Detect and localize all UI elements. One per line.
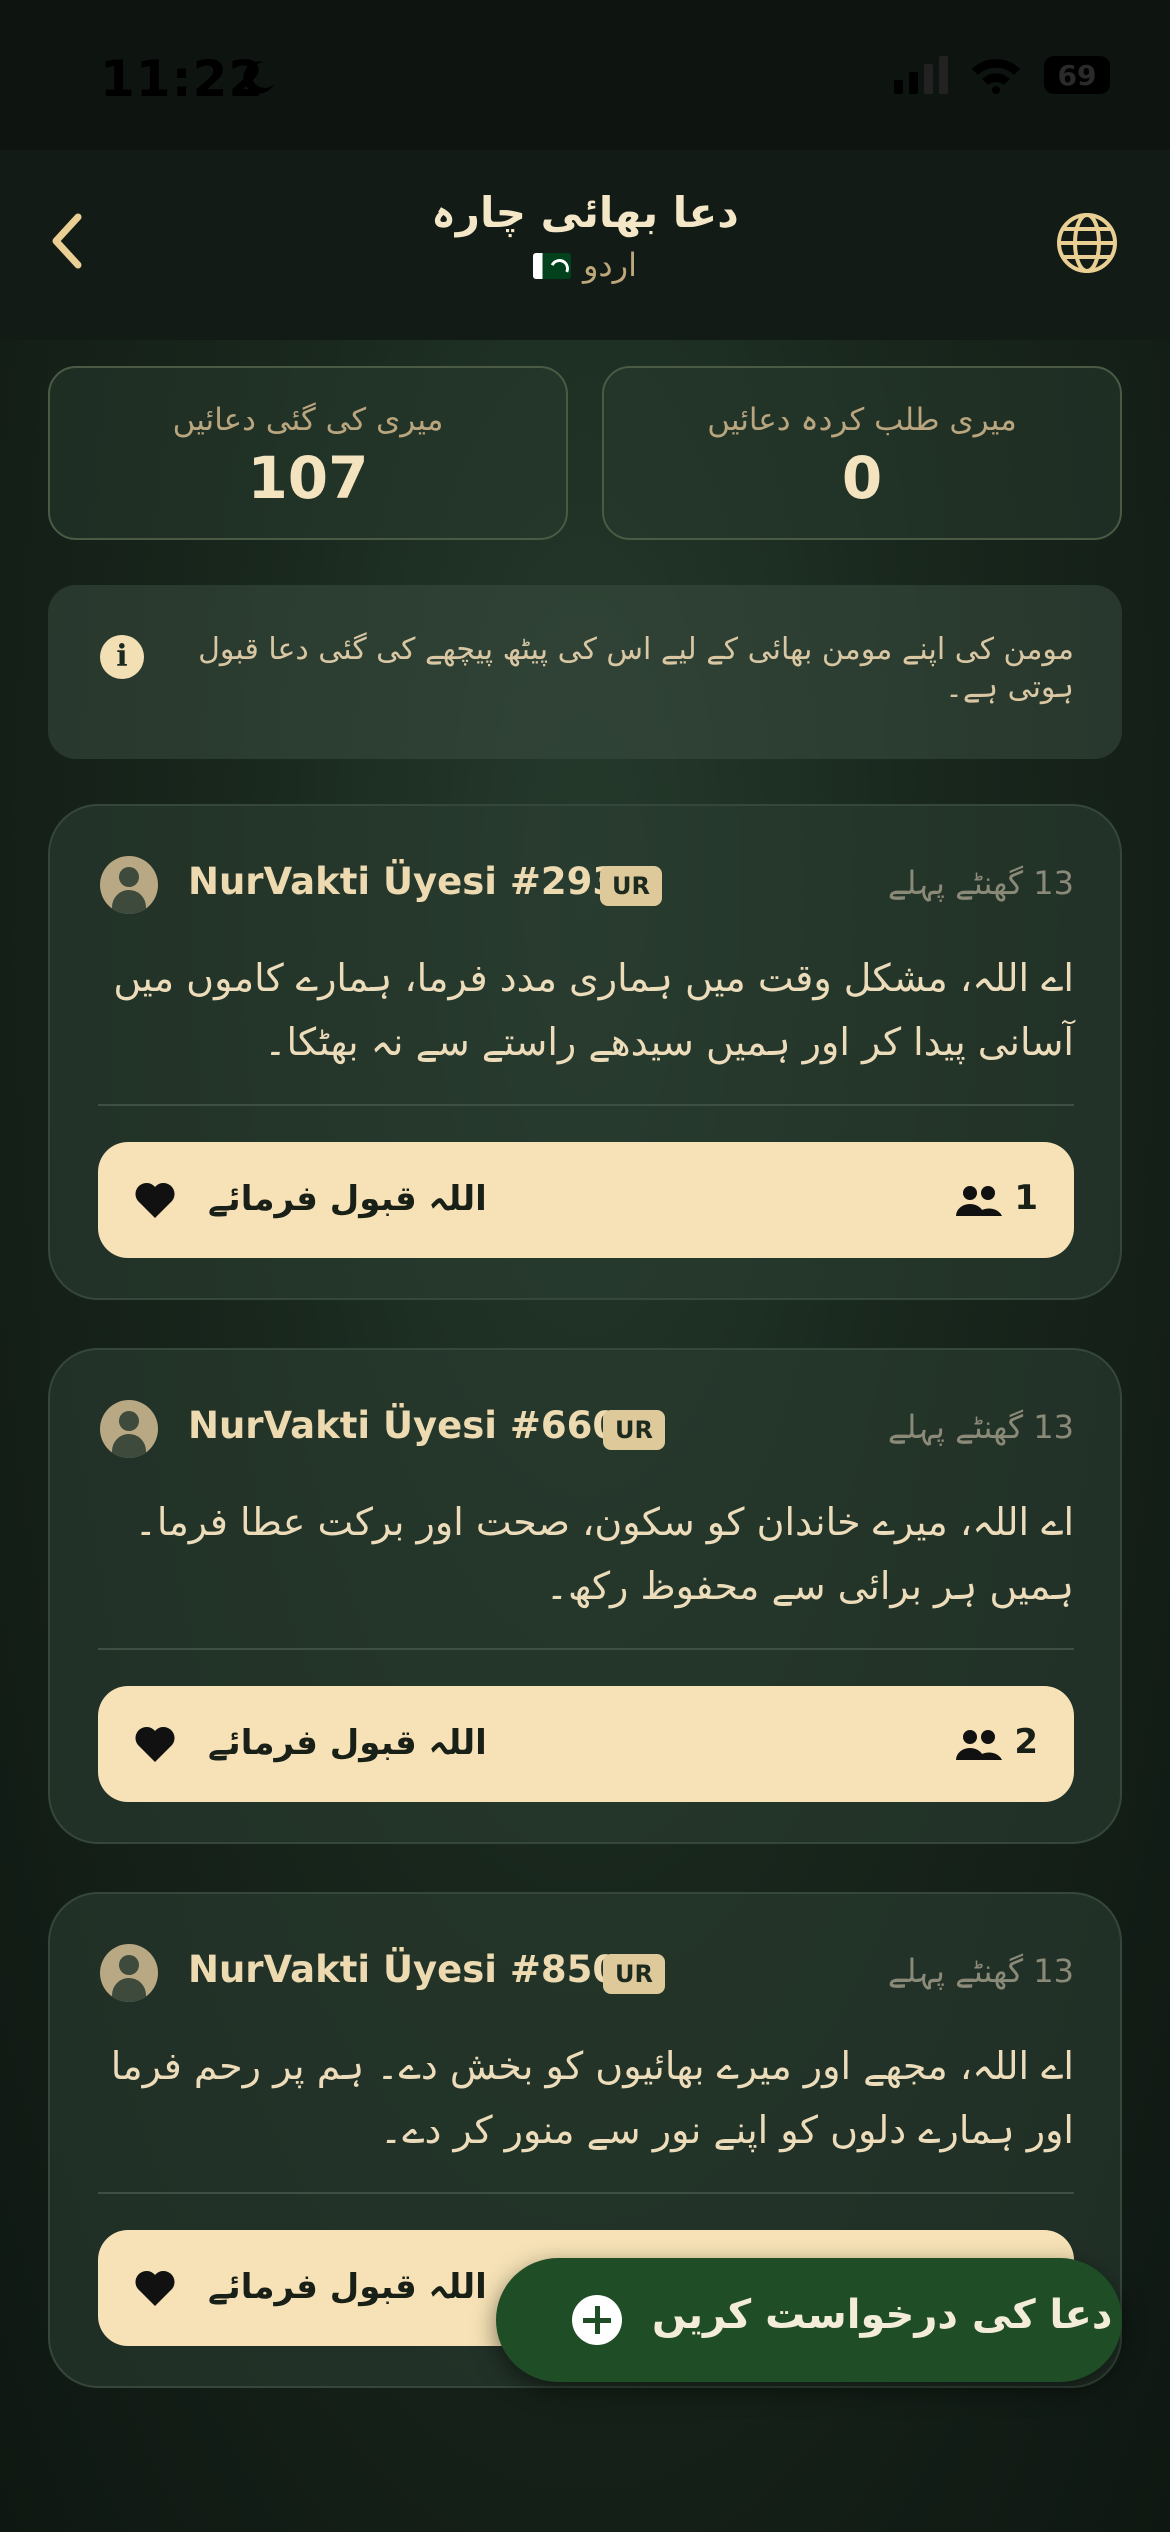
stat-value: 107 bbox=[247, 444, 369, 512]
app-header bbox=[0, 150, 1170, 340]
language-indicator: اردو bbox=[0, 246, 1170, 284]
amen-label: اللہ قبول فرمائے bbox=[208, 1179, 487, 1219]
language-label: اردو bbox=[582, 246, 638, 284]
timestamp: 13 گھنٹے پہلے bbox=[887, 1952, 1074, 1990]
amen-button[interactable]: اللہ قبول فرمائے 2 bbox=[98, 1686, 1074, 1802]
stat-label: میری کی گئی دعائیں bbox=[172, 402, 444, 438]
request-prayer-label: دعا کی درخواست کریں bbox=[652, 2292, 1113, 2338]
language-badge: UR bbox=[600, 866, 662, 906]
stat-card-prayers-requested: میری طلب کردہ دعائیں 0 bbox=[602, 366, 1122, 540]
user-name: NurVakti Üyesi #8500 bbox=[188, 1948, 644, 1991]
avatar bbox=[100, 1400, 158, 1458]
divider bbox=[98, 1648, 1074, 1650]
prayer-text: اے اللہ، میرے خاندان کو سکون، صحت اور بر… bbox=[134, 1500, 1074, 1608]
wifi-icon bbox=[972, 59, 1020, 94]
people-icon bbox=[956, 1730, 1002, 1760]
divider bbox=[98, 2192, 1074, 2194]
heart-icon bbox=[135, 2270, 175, 2306]
amen-label: اللہ قبول فرمائے bbox=[208, 1723, 487, 1763]
amen-count: 2 bbox=[1014, 1722, 1038, 1762]
timestamp: 13 گھنٹے پہلے bbox=[887, 864, 1074, 902]
divider bbox=[98, 1104, 1074, 1106]
info-text: مومن کی اپنے مومن بھائی کے لیے اس کی پیٹ… bbox=[198, 632, 1074, 705]
battery-indicator: 69 bbox=[1044, 56, 1110, 94]
stat-label: میری طلب کردہ دعائیں bbox=[707, 402, 1017, 438]
globe-icon[interactable] bbox=[1054, 210, 1120, 276]
language-badge: UR bbox=[603, 1954, 665, 1994]
user-name: NurVakti Üyesi #6606 bbox=[188, 1404, 644, 1447]
user-name: NurVakti Üyesi #2935 bbox=[188, 860, 644, 903]
moon-icon bbox=[243, 61, 274, 94]
amen-label: اللہ قبول فرمائے bbox=[208, 2267, 487, 2307]
avatar bbox=[100, 1944, 158, 2002]
timestamp: 13 گھنٹے پہلے bbox=[887, 1408, 1074, 1446]
stat-value: 0 bbox=[841, 444, 883, 512]
info-banner: i مومن کی اپنے مومن بھائی کے لیے اس کی پ… bbox=[48, 585, 1122, 759]
signal-icon bbox=[894, 56, 948, 94]
prayer-text: اے اللہ، مجھے اور میرے بھائیوں کو بخش دے… bbox=[110, 2044, 1074, 2152]
prayer-text: اے اللہ، مشکل وقت میں ہماری مدد فرما، ہم… bbox=[113, 956, 1074, 1064]
avatar bbox=[100, 856, 158, 914]
page-title: دعا بھائی چارہ bbox=[431, 188, 739, 237]
amen-count: 1 bbox=[1014, 1178, 1038, 1218]
prayer-card: NurVakti Üyesi #2935 UR 13 گھنٹے پہلے اے… bbox=[48, 804, 1122, 1300]
prayer-card: NurVakti Üyesi #6606 UR 13 گھنٹے پہلے اے… bbox=[48, 1348, 1122, 1844]
heart-icon bbox=[135, 1726, 175, 1762]
status-bar: 11:22 69 bbox=[0, 0, 1170, 150]
request-prayer-button[interactable]: دعا کی درخواست کریں bbox=[496, 2258, 1122, 2382]
people-icon bbox=[956, 1186, 1002, 1216]
heart-icon bbox=[135, 1182, 175, 1218]
info-icon: i bbox=[100, 635, 144, 679]
amen-button[interactable]: اللہ قبول فرمائے 1 bbox=[98, 1142, 1074, 1258]
pakistan-flag-icon bbox=[532, 253, 571, 279]
plus-circle-icon bbox=[572, 2295, 622, 2345]
stat-card-prayers-made: میری کی گئی دعائیں 107 bbox=[48, 366, 568, 540]
language-badge: UR bbox=[603, 1410, 665, 1450]
